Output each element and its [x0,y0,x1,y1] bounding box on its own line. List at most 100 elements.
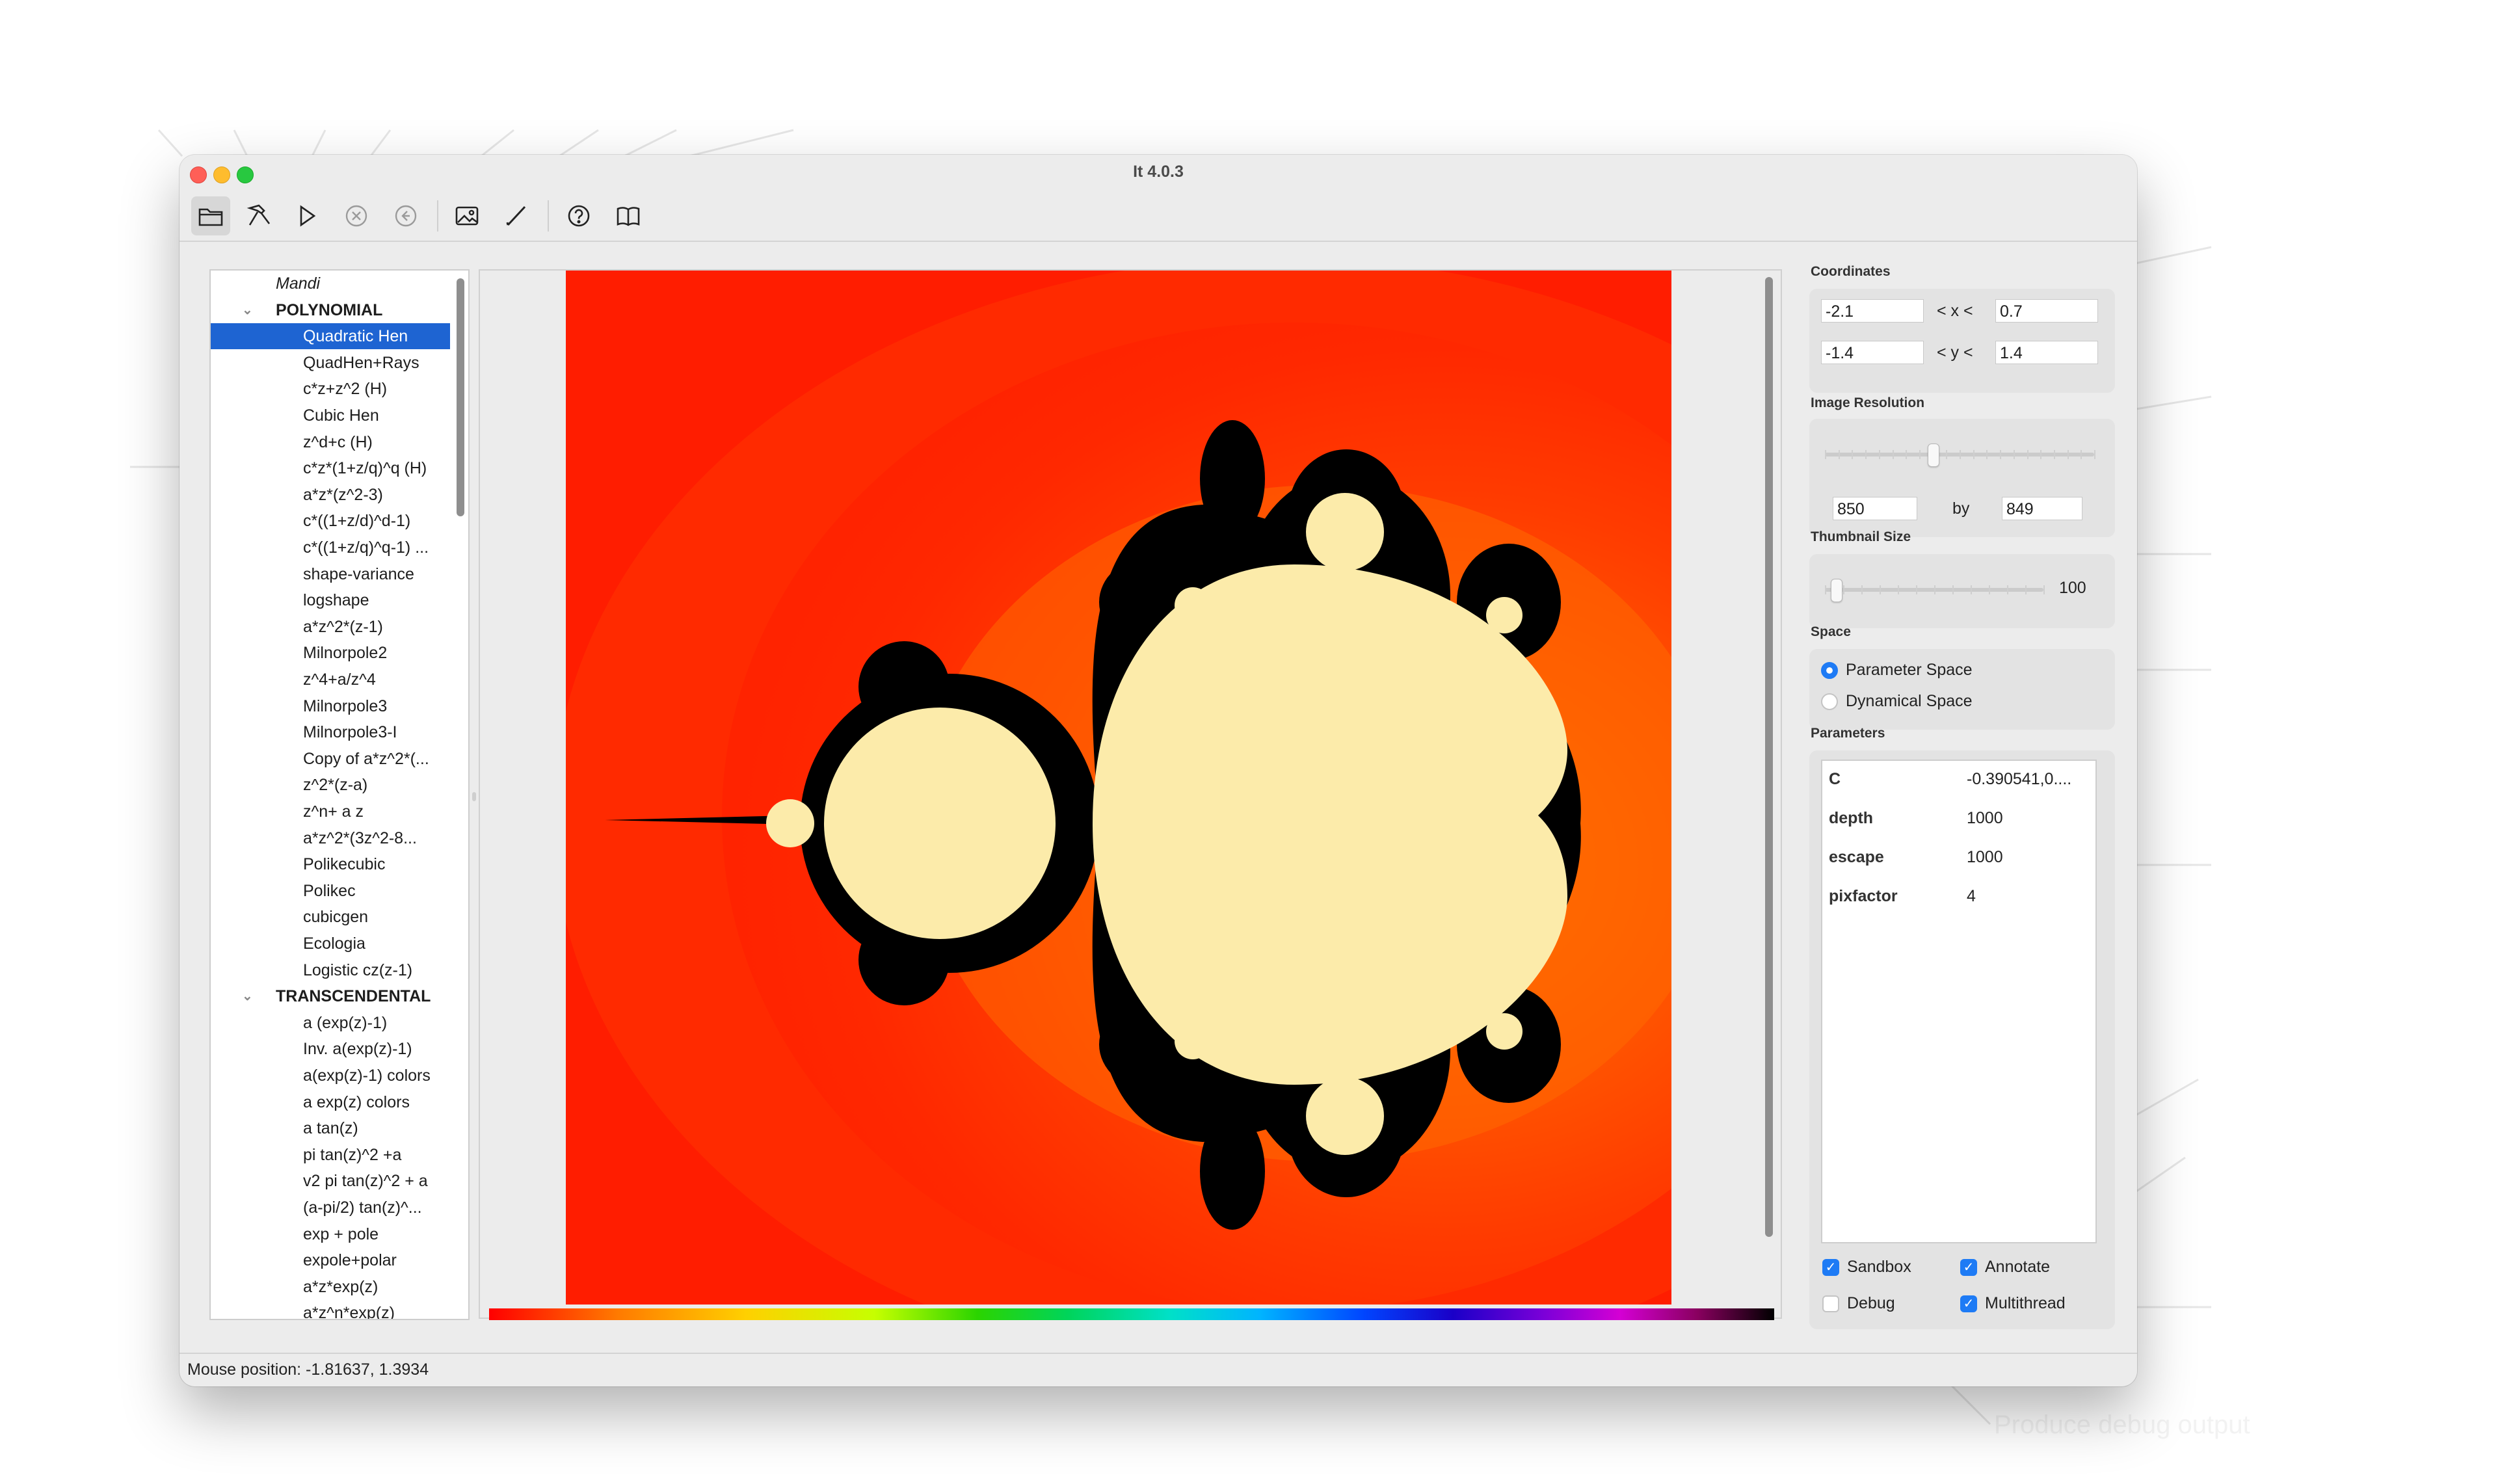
dynamical-space-label[interactable]: Dynamical Space [1846,692,1973,711]
tree-item[interactable]: z^2*(z-a) [211,772,450,798]
tree-item[interactable]: exp + pole [211,1221,450,1247]
splitter-handle[interactable] [472,792,476,801]
tree-item[interactable]: a*z*exp(z) [211,1274,450,1300]
tree-item[interactable]: c*((1+z/d)^d-1) [211,508,450,534]
slider-tick [1916,585,1917,594]
param-key: escape [1829,848,1884,866]
width-field[interactable]: 850 [1833,497,1917,520]
pen-icon[interactable] [497,196,536,235]
param-value[interactable]: 4 [1967,887,1976,906]
multithread-checkbox[interactable]: ✓ [1960,1295,1977,1312]
y-max-field[interactable]: 1.4 [1995,341,2098,364]
tree-label: POLYNOMIAL [276,300,383,319]
folder-open-icon[interactable] [191,196,230,235]
tree-item[interactable]: c*z*(1+z/q)^q (H) [211,455,450,481]
function-tree[interactable]: Mandi ⌄ POLYNOMIAL Quadratic Hen QuadHen+Ray… [209,269,470,1320]
sandbox-label[interactable]: Sandbox [1847,1258,1911,1277]
tree-item[interactable]: a*z^2*(z-1) [211,614,450,640]
play-icon[interactable] [287,196,326,235]
x-min-field[interactable]: -2.1 [1821,299,1924,323]
tree-item[interactable]: z^n+ a z [211,799,450,825]
slider-tick [2040,450,2042,459]
slider-tick [2067,450,2069,459]
tree-item[interactable]: Milnorpole2 [211,640,450,666]
tree-item[interactable]: a(exp(z)-1) colors [211,1063,450,1089]
tree-item[interactable]: a*z^2*(3z^2-8... [211,825,450,851]
tree-item[interactable]: Milnorpole3-I [211,719,450,745]
height-field[interactable]: 849 [2002,497,2082,520]
tree-label: a*z^n*exp(z) [303,1304,395,1320]
tree-item[interactable]: a tan(z) [211,1115,450,1141]
tree-item[interactable]: a*z^n*exp(z) [211,1300,450,1320]
chevron-down-icon[interactable]: ⌄ [242,983,253,1009]
param-value[interactable]: 1000 [1967,809,2003,828]
book-icon[interactable] [609,196,648,235]
tree-item[interactable]: cubicgen [211,904,450,930]
tree-label: shape-variance [303,564,414,583]
tree-item[interactable]: z^4+a/z^4 [211,667,450,693]
tree-root[interactable]: Mandi [211,271,450,297]
parameter-space-label[interactable]: Parameter Space [1846,661,1973,680]
tree-item[interactable]: Copy of a*z^2*(... [211,746,450,772]
back-circle-icon[interactable] [386,196,425,235]
debug-checkbox[interactable] [1822,1295,1839,1312]
tree-item[interactable]: a*z*(z^2-3) [211,482,450,508]
mandelbrot-image[interactable] [566,271,1671,1305]
tree-item[interactable]: Inv. a(exp(z)-1) [211,1036,450,1062]
tree-item[interactable]: c*((1+z/q)^q-1) ... [211,535,450,561]
tree-item[interactable]: Quadratic Hen [211,323,450,350]
canvas-scrollbar[interactable] [1765,277,1773,1237]
tree-item[interactable]: (a-pi/2) tan(z)^... [211,1195,450,1221]
hammer-icon[interactable] [239,196,278,235]
tree-item[interactable]: logshape [211,587,450,613]
tree-item[interactable]: Logistic cz(z-1) [211,957,450,983]
sandbox-checkbox[interactable]: ✓ [1822,1259,1839,1276]
thumbnail-slider-knob[interactable] [1830,579,1842,602]
tree-item[interactable]: a (exp(z)-1) [211,1010,450,1036]
slider-tick [1986,450,1988,459]
param-value[interactable]: 1000 [1967,848,2003,867]
slider-tick [1989,585,1990,594]
dynamical-space-radio[interactable] [1821,693,1838,710]
tree-item[interactable]: Polikec [211,878,450,904]
multithread-label[interactable]: Multithread [1985,1294,2066,1313]
tree-item[interactable]: c*z+z^2 (H) [211,376,450,402]
chevron-down-icon[interactable]: ⌄ [242,297,253,323]
space-group: Parameter Space Dynamical Space [1809,649,2115,730]
parameters-table[interactable]: C -0.390541,0.... depth 1000 escape 1000… [1821,760,2097,1243]
tree-item[interactable]: Ecologia [211,931,450,957]
tree-label: Mandi [276,274,321,293]
tree-group[interactable]: ⌄ TRANSCENDENTAL [211,983,450,1009]
tree-label: Logistic cz(z-1) [303,961,413,979]
image-icon[interactable] [447,196,486,235]
fractal-view[interactable] [479,269,1782,1319]
sidebar-scrollbar[interactable] [457,278,464,516]
slider-tick [1971,585,1972,594]
tree-label: a tan(z) [303,1119,358,1138]
x-max-field[interactable]: 0.7 [1995,299,2098,323]
slider-tick [1825,450,1826,459]
debug-label[interactable]: Debug [1847,1294,1895,1313]
tree-item[interactable]: Milnorpole3 [211,693,450,719]
annotate-checkbox[interactable]: ✓ [1960,1259,1977,1276]
tree-label: z^d+c (H) [303,432,373,451]
tree-item[interactable]: pi tan(z)^2 +a [211,1142,450,1168]
tree-item[interactable]: v2 pi tan(z)^2 + a [211,1168,450,1194]
tree-item[interactable]: shape-variance [211,561,450,587]
annotate-label[interactable]: Annotate [1985,1258,2050,1277]
tree-group[interactable]: ⌄ POLYNOMIAL [211,297,450,323]
tree-item[interactable]: QuadHen+Rays [211,350,450,376]
help-icon[interactable] [559,196,598,235]
tree-item[interactable]: a exp(z) colors [211,1089,450,1115]
slider-tick [1880,585,1881,594]
stop-circle-icon[interactable] [337,196,376,235]
param-value[interactable]: -0.390541,0.... [1967,770,2071,789]
resolution-slider-knob[interactable] [1927,444,1939,467]
tree-label: a*z*(z^2-3) [303,485,383,504]
tree-item[interactable]: Cubic Hen [211,403,450,429]
y-min-field[interactable]: -1.4 [1821,341,1924,364]
tree-item[interactable]: z^d+c (H) [211,429,450,455]
tree-item[interactable]: expole+polar [211,1247,450,1273]
tree-item[interactable]: Polikecubic [211,851,450,877]
parameter-space-radio[interactable] [1821,662,1838,679]
